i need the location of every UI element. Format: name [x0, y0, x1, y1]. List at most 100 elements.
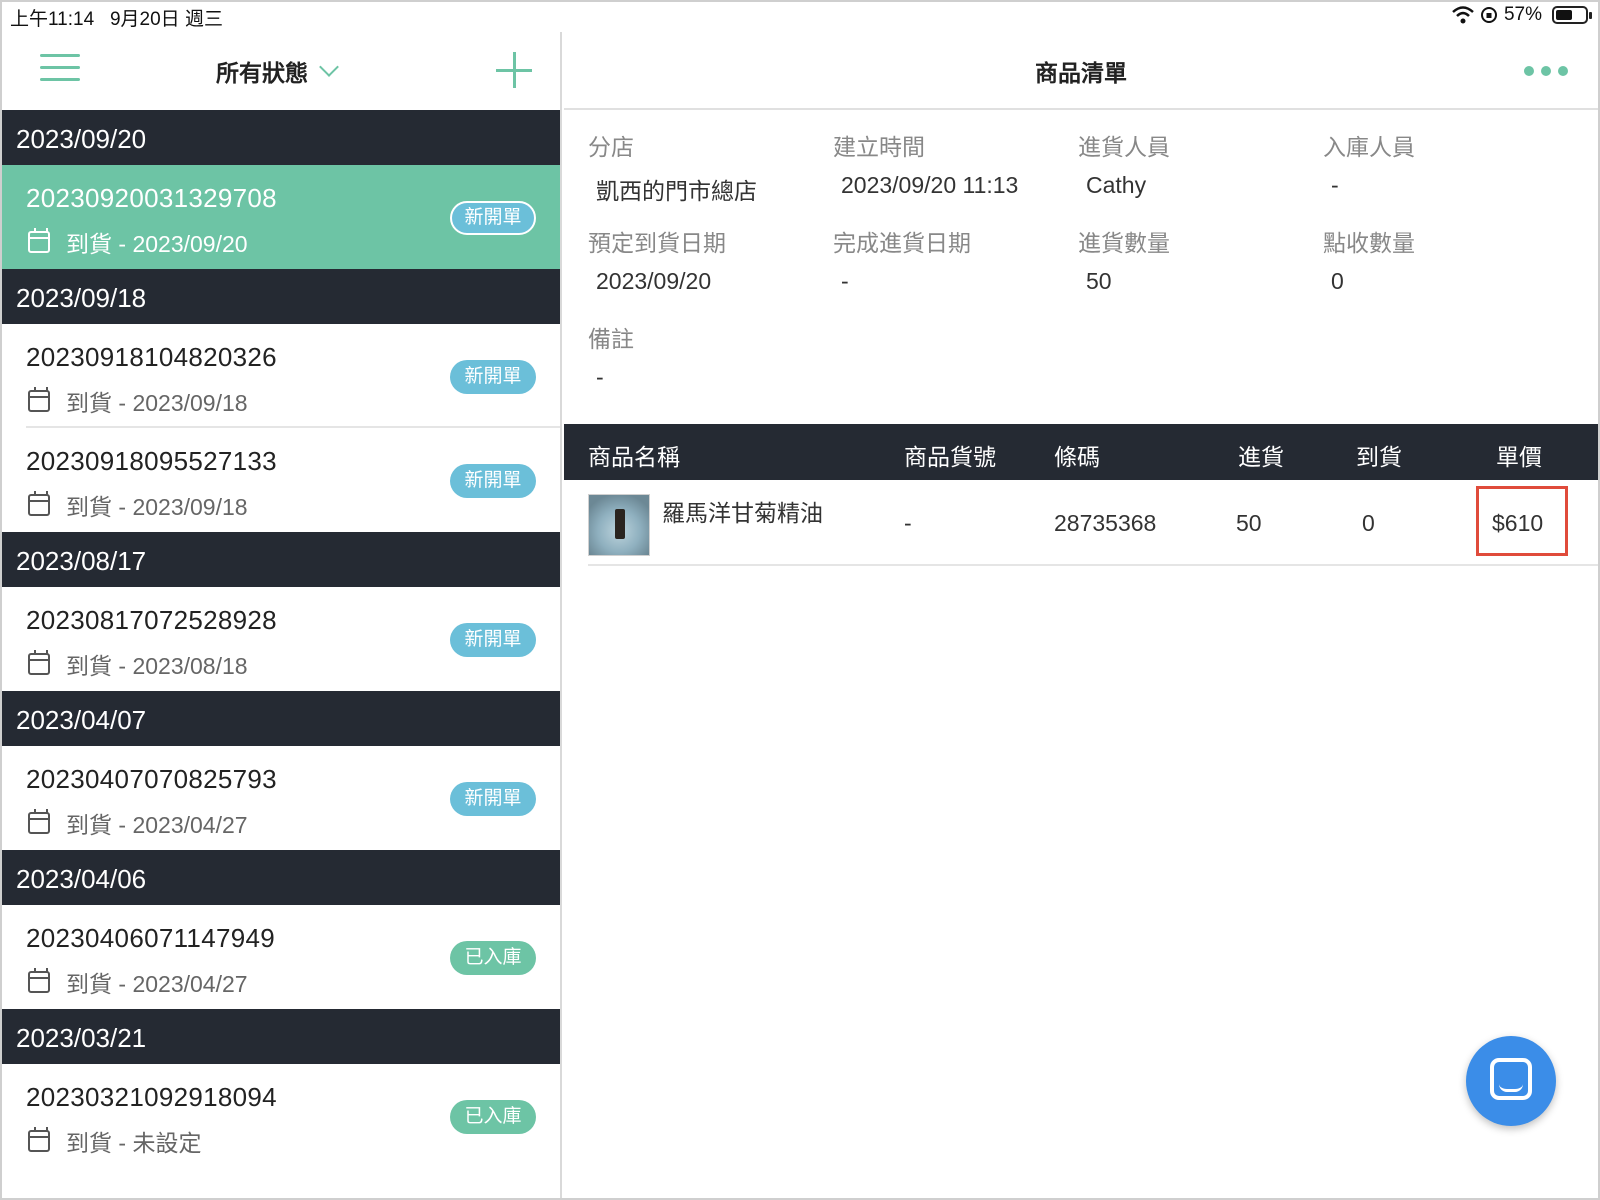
arrival-text: 到貨 - 2023/09/18 [66, 494, 248, 520]
page-title: 商品清單 [1035, 60, 1127, 86]
date-group-header: 2023/09/18 [2, 269, 560, 324]
quantity-value: 50 [1086, 268, 1112, 294]
status-bar: 上午11:14 9月20日 週三 57% [0, 0, 1600, 32]
purchaser-label: 進貨人員 [1078, 134, 1170, 160]
status-time-date: 上午11:14 9月20日 週三 [10, 9, 223, 30]
chat-icon [1490, 1058, 1532, 1100]
column-arrived: 到貨 [1356, 444, 1402, 470]
purchaser-value: Cathy [1086, 172, 1147, 198]
product-sku: - [904, 510, 912, 536]
order-id: 20230918095527133 [26, 446, 277, 476]
completed-date-label: 完成進貨日期 [833, 230, 971, 256]
order-id: 20230817072528928 [26, 605, 277, 635]
calendar-icon [28, 491, 50, 516]
order-list-item[interactable]: 20230407070825793 到貨 - 2023/04/27 新開單 [2, 746, 560, 850]
column-price: 單價 [1496, 444, 1542, 470]
more-options-icon[interactable] [1524, 66, 1568, 76]
calendar-icon [28, 1127, 50, 1152]
date-group-header: 2023/09/20 [2, 110, 560, 165]
order-list-item[interactable]: 20230321092918094 到貨 - 未設定 已入庫 [2, 1064, 560, 1168]
status-badge: 已入庫 [450, 941, 536, 975]
product-incoming: 50 [1236, 510, 1262, 536]
price-highlight-box [1476, 486, 1568, 556]
order-list-item[interactable]: 20230918095527133 到貨 - 2023/09/18 新開單 [2, 428, 560, 532]
battery-percent: 57% [1503, 4, 1542, 25]
order-id: 20230920031329708 [26, 183, 277, 213]
order-list-item[interactable]: 20230918104820326 到貨 - 2023/09/18 新開單 [2, 324, 560, 428]
detail-panel: 商品清單 分店 凱西的門市總店 建立時間 2023/09/20 11:13 進貨… [564, 32, 1598, 1198]
created-value: 2023/09/20 11:13 [841, 172, 1019, 198]
order-id: 20230406071147949 [26, 923, 275, 953]
status-filter-label: 所有狀態 [216, 60, 308, 86]
status-badge: 新開單 [450, 623, 536, 657]
date-group-header: 2023/08/17 [2, 532, 560, 587]
date-group-header: 2023/04/06 [2, 850, 560, 905]
column-barcode: 條碼 [1054, 444, 1100, 470]
battery-level [1556, 10, 1572, 20]
calendar-icon [28, 387, 50, 412]
expected-date-value: 2023/09/20 [596, 268, 712, 294]
table-row[interactable]: 羅馬洋甘菊精油 - 28735368 50 0 $610 [564, 480, 1598, 566]
order-id: 20230321092918094 [26, 1082, 277, 1112]
column-name: 商品名稱 [588, 444, 680, 470]
wifi-icon [1452, 6, 1474, 24]
order-arrival: 到貨 - 2023/04/27 [28, 965, 248, 999]
order-arrival: 到貨 - 2023/08/18 [28, 647, 248, 681]
expected-date-label: 預定到貨日期 [588, 230, 726, 256]
order-list-item[interactable]: 20230817072528928 到貨 - 2023/08/18 新開單 [2, 587, 560, 691]
chevron-down-icon [319, 57, 339, 77]
order-arrival: 到貨 - 2023/09/18 [28, 488, 248, 522]
calendar-icon [28, 228, 50, 253]
note-value: - [596, 364, 604, 390]
checked-quantity-label: 點收數量 [1323, 230, 1415, 256]
stocker-value: - [1331, 172, 1339, 198]
order-list-item[interactable]: 20230920031329708 到貨 - 2023/09/20 新開單 [2, 165, 560, 269]
product-thumbnail [588, 494, 650, 556]
calendar-icon [28, 809, 50, 834]
stocker-label: 入庫人員 [1323, 134, 1415, 160]
date-group-header: 2023/04/07 [2, 691, 560, 746]
product-name: 羅馬洋甘菊精油 [662, 500, 823, 526]
completed-date-value: - [841, 268, 849, 294]
note-label: 備註 [588, 326, 634, 352]
chat-support-button[interactable] [1466, 1036, 1556, 1126]
order-list-item[interactable]: 20230406071147949 到貨 - 2023/04/27 已入庫 [2, 905, 560, 1009]
status-indicators: 57% [1452, 4, 1592, 26]
orientation-lock-icon [1480, 7, 1497, 23]
calendar-icon [28, 650, 50, 675]
column-sku: 商品貨號 [904, 444, 996, 470]
branch-value: 凱西的門市總店 [596, 178, 757, 204]
status-filter-dropdown[interactable]: 所有狀態 [216, 54, 339, 88]
arrival-text: 到貨 - 2023/08/18 [66, 653, 248, 679]
menu-icon[interactable] [40, 54, 80, 82]
status-badge: 新開單 [450, 360, 536, 394]
order-arrival: 到貨 - 2023/04/27 [28, 806, 248, 840]
date-group-header: 2023/03/21 [2, 1009, 560, 1064]
order-arrival: 到貨 - 2023/09/20 [28, 225, 248, 259]
order-id: 20230918104820326 [26, 342, 277, 372]
arrival-text: 到貨 - 未設定 [66, 1130, 202, 1156]
detail-header: 商品清單 [564, 32, 1598, 110]
quantity-label: 進貨數量 [1078, 230, 1170, 256]
status-badge: 新開單 [450, 464, 536, 498]
arrival-text: 到貨 - 2023/09/18 [66, 390, 248, 416]
battery-icon [1552, 6, 1592, 24]
arrival-text: 到貨 - 2023/04/27 [66, 971, 248, 997]
order-id: 20230407070825793 [26, 764, 277, 794]
product-arrived: 0 [1362, 510, 1375, 536]
branch-label: 分店 [588, 134, 634, 160]
order-list: 2023/09/20 20230920031329708 到貨 - 2023/09/… [2, 110, 560, 1168]
column-incoming: 進貨 [1238, 444, 1284, 470]
order-list-panel: 所有狀態 2023/09/20 20230920031329708 到貨 - 202… [2, 32, 562, 1198]
status-badge: 新開單 [450, 201, 536, 235]
arrival-text: 到貨 - 2023/09/20 [66, 231, 248, 257]
status-badge: 已入庫 [450, 1100, 536, 1134]
checked-quantity-value: 0 [1331, 268, 1344, 294]
order-arrival: 到貨 - 2023/09/18 [28, 384, 248, 418]
arrival-text: 到貨 - 2023/04/27 [66, 812, 248, 838]
product-barcode: 28735368 [1054, 510, 1157, 536]
left-header: 所有狀態 [2, 32, 560, 110]
add-order-icon[interactable] [496, 52, 532, 88]
status-badge: 新開單 [450, 782, 536, 816]
product-table-header: 商品名稱 商品貨號 條碼 進貨 到貨 單價 [564, 424, 1598, 480]
